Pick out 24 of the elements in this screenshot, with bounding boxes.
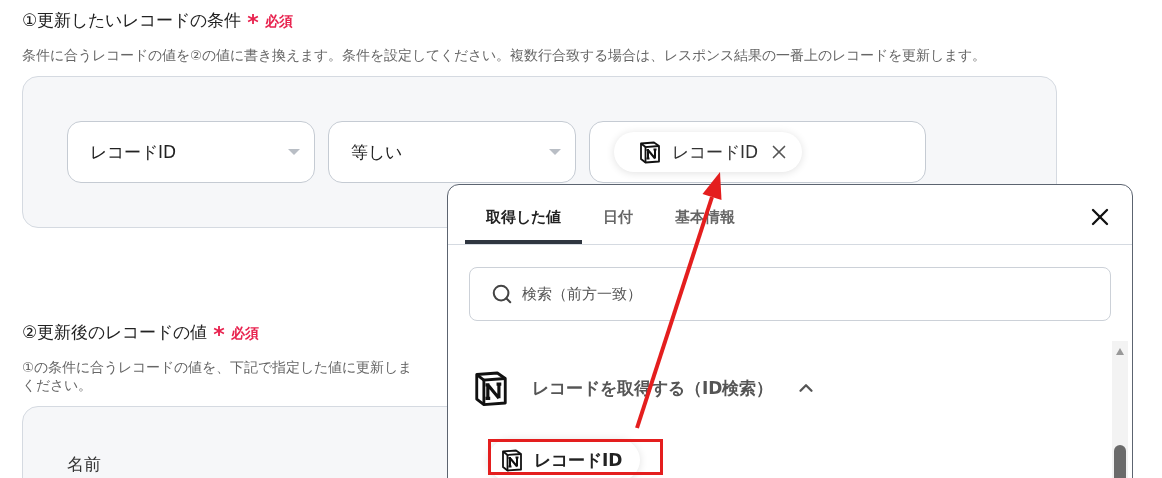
section-title: ②更新後のレコードの値 — [22, 321, 208, 344]
value-field[interactable]: レコードID — [589, 121, 926, 183]
required-label: 必須 — [264, 13, 293, 31]
section-title: ①更新したいレコードの条件 — [22, 9, 242, 32]
required-asterisk: * — [213, 324, 225, 346]
caret-icon — [288, 149, 300, 155]
variable-chip[interactable]: レコードID — [614, 132, 803, 172]
notion-logo-icon — [638, 140, 662, 164]
required-label: 必須 — [230, 325, 259, 343]
search-icon — [491, 283, 513, 305]
section-description: ①の条件に合うレコードの値を、下記で指定した値に更新しま — [22, 358, 413, 376]
picker-tab[interactable]: 日付 — [582, 208, 654, 244]
section-description: ください。 — [22, 376, 92, 394]
field-label: 名前 — [67, 453, 101, 476]
field-select[interactable]: レコードID — [67, 121, 315, 183]
notion-logo-icon — [472, 369, 510, 407]
search-field[interactable]: 検索（前方一致） — [469, 267, 1111, 321]
caret-icon — [549, 149, 561, 155]
picker-tab[interactable]: 取得した値 — [465, 208, 582, 244]
operator-select[interactable]: 等しい — [328, 121, 576, 183]
chip-label: レコードID — [672, 140, 759, 164]
required-asterisk: * — [247, 12, 259, 34]
section-description: 条件に合うレコードの値を②の値に書き換えます。条件を設定してください。複数行合致する場合は、レスポンス結果の一番上のレコードを更新します。 — [22, 46, 987, 64]
notion-logo-icon — [500, 448, 524, 472]
